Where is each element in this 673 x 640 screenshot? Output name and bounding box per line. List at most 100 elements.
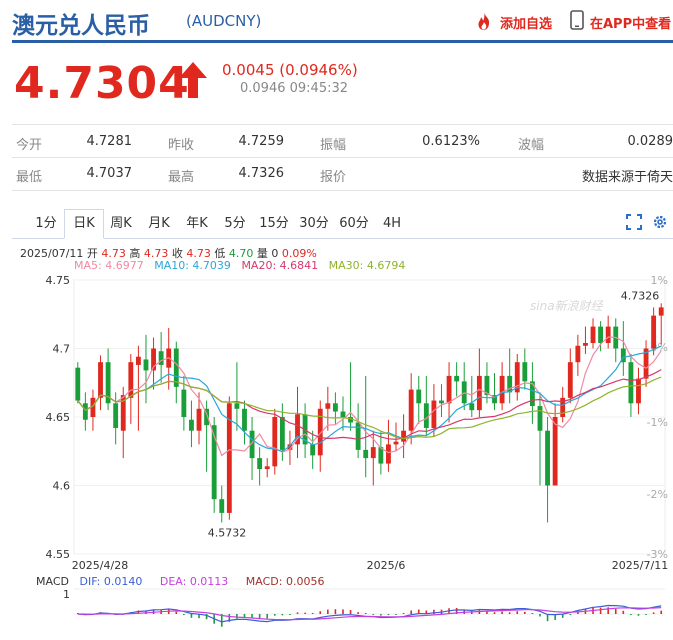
macd-bar [493, 612, 496, 614]
macd-bar [508, 612, 511, 614]
macd-legend: MACD DIF: 0.0140 DEA: 0.0113 MACD: 0.005… [36, 575, 324, 588]
candle [628, 362, 634, 404]
candle [370, 447, 376, 459]
candle [143, 359, 149, 371]
macd-bar [273, 614, 276, 616]
macd-bar [645, 614, 647, 615]
prev-close-label: 昨收 [168, 138, 195, 153]
macd-value: MACD: 0.0056 [245, 575, 325, 588]
header-divider [12, 40, 673, 43]
amplitude-label: 振幅 [320, 138, 347, 153]
macd-bar [599, 607, 602, 614]
macd-bar [630, 614, 632, 615]
settings-icon[interactable] [652, 214, 668, 230]
candle [310, 444, 316, 456]
ma5-label: MA5: 4.6977 [74, 259, 144, 272]
ma30-label: MA30: 4.6794 [328, 259, 406, 272]
macd-title: MACD [36, 575, 69, 588]
candle [272, 417, 278, 467]
tab-5[interactable]: 5分 [216, 210, 254, 238]
ma10-label: MA10: 4.7039 [154, 259, 231, 272]
macd-bar [327, 609, 329, 614]
macd-bar [342, 609, 344, 614]
stats-divider-bottom [12, 190, 673, 191]
tab-2[interactable]: 周K [102, 210, 140, 238]
candle [401, 430, 407, 442]
tab-6[interactable]: 15分 [254, 210, 294, 238]
min-annotation: 4.5732 [208, 526, 247, 539]
candle [386, 444, 391, 464]
macd-bar [524, 611, 526, 614]
macd-bar [395, 614, 397, 615]
quote-label: 报价 [320, 170, 347, 185]
tab-4[interactable]: 年K [178, 210, 216, 238]
macd-chart[interactable]: 1 [0, 588, 673, 640]
kline-chart[interactable]: 4.754.74.654.64.551%0%-1%-2%-3%2025/4/28… [0, 272, 673, 572]
candle [332, 403, 338, 412]
y-tick-label: 4.65 [46, 411, 71, 424]
tab-9[interactable]: 4H [374, 210, 410, 238]
stats-divider-mid [12, 157, 673, 158]
tab-8[interactable]: 60分 [334, 210, 374, 238]
pct-tick-label: -2% [647, 488, 668, 501]
candle [583, 343, 588, 346]
candle [431, 400, 437, 428]
candle [242, 408, 247, 431]
candle [605, 326, 611, 344]
macd-bar [387, 614, 390, 616]
tab-1[interactable]: 日K [64, 209, 104, 239]
stats-divider-top [12, 124, 673, 125]
x-tick-label: 2025/7/11 [612, 559, 668, 572]
candle [189, 419, 194, 431]
candle [476, 375, 482, 411]
candle [135, 356, 141, 365]
macd-bar [516, 611, 519, 614]
quote-time: 0.0946 09:45:32 [240, 81, 349, 96]
candle [469, 403, 475, 411]
tab-3[interactable]: 月K [140, 210, 178, 238]
pct-tick-label: -1% [647, 416, 668, 429]
high-value: 4.7326 [238, 166, 285, 181]
macd-bar [614, 608, 617, 614]
candle [658, 307, 664, 316]
macd-bar [402, 613, 405, 614]
macd-bar [304, 612, 306, 614]
candle [651, 315, 657, 349]
high-label: 最高 [168, 170, 195, 185]
y-tick-label: 4.7 [53, 343, 71, 356]
x-tick-label: 2025/4/28 [72, 559, 128, 572]
page-title: 澳元兑人民币 [12, 13, 150, 39]
candle [98, 362, 103, 398]
tab-7[interactable]: 30分 [294, 210, 334, 238]
ma30-line [77, 376, 662, 440]
macd-bar [652, 612, 655, 614]
max-annotation: 4.7326 [621, 289, 660, 302]
phone-icon [570, 10, 584, 30]
candle [75, 367, 81, 401]
macd-y-tick: 1 [63, 588, 70, 601]
macd-bar [319, 611, 322, 614]
candle [537, 406, 543, 431]
tab-0[interactable]: 1分 [28, 210, 64, 238]
candle [173, 348, 179, 387]
macd-dea: DEA: 0.0113 [159, 575, 229, 588]
y-tick-label: 4.55 [46, 548, 71, 561]
candle [499, 375, 505, 404]
candle [257, 458, 263, 470]
candle [219, 499, 225, 513]
macd-bar [334, 609, 337, 614]
fullscreen-icon[interactable] [626, 214, 642, 230]
candle [439, 400, 444, 404]
pct-tick-label: 1% [651, 274, 668, 287]
low-label: 最低 [16, 170, 43, 185]
macd-bar [569, 614, 572, 615]
macd-bar [266, 614, 269, 619]
view-in-app-label: 在APP中查看 [590, 17, 672, 32]
candle [522, 362, 528, 382]
candle [113, 403, 119, 428]
candle [454, 375, 460, 382]
macd-bar [349, 610, 352, 614]
low-value: 4.7037 [86, 166, 133, 181]
candle [181, 389, 187, 417]
volatility-label: 波幅 [518, 138, 545, 153]
